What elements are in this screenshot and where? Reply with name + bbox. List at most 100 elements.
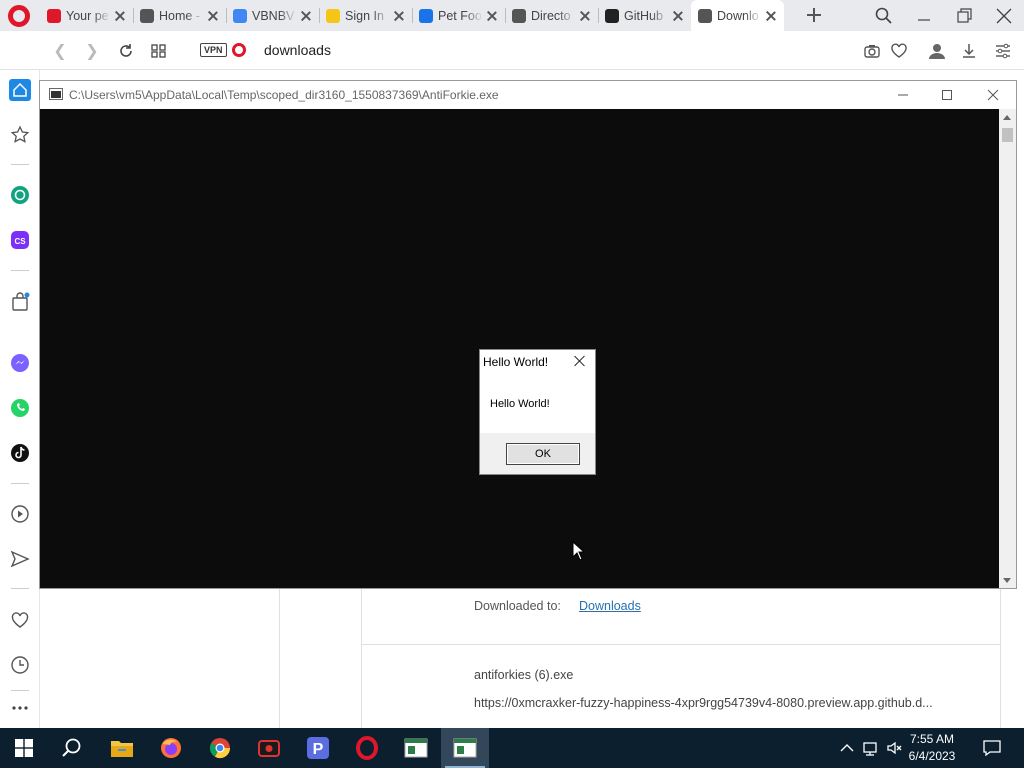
network-icon[interactable] — [861, 738, 881, 758]
close-window-icon[interactable] — [994, 6, 1014, 26]
restore-icon[interactable] — [954, 6, 974, 26]
console-close-button[interactable] — [970, 81, 1016, 109]
scroll-up-icon[interactable] — [1003, 115, 1011, 120]
show-hidden-icons-chevron-icon[interactable] — [837, 738, 857, 758]
tab-close-icon[interactable] — [113, 9, 127, 23]
screen-recorder-icon[interactable] — [245, 728, 293, 768]
tab-close-icon[interactable] — [206, 9, 220, 23]
history-icon[interactable] — [9, 654, 31, 676]
arrow-logo-icon — [326, 8, 340, 23]
tab-title: VBNBV — [252, 8, 295, 23]
start-button[interactable] — [0, 728, 48, 768]
tab-close-icon[interactable] — [671, 9, 685, 23]
scroll-thumb[interactable] — [1002, 128, 1013, 142]
console-scrollbar[interactable] — [999, 109, 1016, 588]
new-tab-icon[interactable] — [806, 7, 822, 23]
tiktok-icon[interactable] — [9, 442, 31, 464]
message-box-titlebar[interactable]: Hello World! — [480, 350, 595, 372]
speed-dial-icon[interactable] — [149, 41, 169, 61]
browser-tab[interactable]: Home - — [133, 0, 226, 31]
calendar-icon — [140, 8, 154, 23]
browser-tab[interactable]: Directo — [505, 0, 598, 31]
downloads-icon[interactable] — [959, 41, 979, 61]
console-window: C:\Users\vm5\AppData\Local\Temp\scoped_d… — [39, 80, 1017, 589]
more-icon[interactable] — [9, 697, 31, 719]
github-icon — [605, 8, 619, 23]
message-box: Hello World! Hello World! OK — [479, 349, 596, 475]
tab-close-icon[interactable] — [485, 9, 499, 23]
clock-time[interactable]: 7:55 AM — [902, 732, 962, 746]
ok-button[interactable]: OK — [506, 443, 580, 465]
sidebar: CS — [0, 70, 40, 728]
downloaded-to-link[interactable]: Downloads — [579, 599, 641, 613]
chatsonic-icon[interactable]: CS — [9, 229, 31, 251]
sidebar-divider — [11, 483, 29, 484]
shopping-bag-icon[interactable] — [9, 291, 31, 313]
console-minimize-button[interactable] — [880, 81, 926, 109]
vpn-badge[interactable]: VPN — [200, 43, 227, 57]
opera-taskbar-icon[interactable] — [343, 728, 391, 768]
opera-icon — [47, 8, 61, 23]
messenger-icon[interactable] — [9, 352, 31, 374]
sidebar-divider — [11, 588, 29, 589]
p-app-icon[interactable]: P — [294, 728, 342, 768]
message-box-text: Hello World! — [490, 398, 550, 410]
address-input[interactable]: downloads — [264, 42, 331, 58]
send-icon[interactable] — [9, 548, 31, 570]
browser-tab[interactable]: GitHub — [598, 0, 691, 31]
download-file-url[interactable]: https://0xmcraxker-fuzzy-happiness-4xpr9… — [474, 696, 954, 710]
home-icon[interactable] — [9, 79, 31, 101]
browser-tab[interactable]: Downlo — [691, 0, 784, 31]
svg-text:P: P — [313, 741, 324, 758]
bookmarks-heart-icon[interactable] — [9, 609, 31, 631]
player-icon[interactable] — [9, 503, 31, 525]
console-app-icon — [49, 88, 63, 100]
downloaded-to-label: Downloaded to: — [474, 599, 561, 613]
tab-close-icon[interactable] — [764, 9, 778, 23]
globe-icon — [512, 8, 526, 23]
search-tabs-icon[interactable] — [874, 6, 894, 26]
close-icon[interactable] — [573, 354, 587, 368]
tab-close-icon[interactable] — [392, 9, 406, 23]
heart-icon[interactable] — [889, 41, 909, 61]
download-file-name[interactable]: antiforkies (6).exe — [474, 668, 573, 682]
downloads-page: Downloaded to: Downloads antiforkies (6)… — [40, 589, 1024, 728]
browser-tab[interactable]: Sign In — [319, 0, 412, 31]
tab-close-icon[interactable] — [299, 9, 313, 23]
console-titlebar[interactable]: C:\Users\vm5\AppData\Local\Temp\scoped_d… — [40, 81, 1016, 109]
back-button[interactable]: ❮ — [50, 41, 70, 61]
firefox-icon[interactable] — [147, 728, 195, 768]
forward-button[interactable]: ❯ — [82, 41, 102, 61]
console-app-taskbar-icon[interactable] — [441, 728, 489, 768]
sidebar-divider — [11, 690, 29, 691]
chrome-icon[interactable] — [196, 728, 244, 768]
message-box-footer: OK — [480, 433, 595, 474]
scroll-down-icon[interactable] — [1003, 578, 1011, 583]
browser-tab[interactable]: Pet Foo — [412, 0, 505, 31]
easy-setup-icon[interactable] — [993, 41, 1013, 61]
opera-menu-icon[interactable] — [8, 5, 30, 27]
file-explorer-icon[interactable] — [98, 728, 146, 768]
camera-icon[interactable] — [862, 41, 882, 61]
browser-tab[interactable]: VBNBV — [226, 0, 319, 31]
tab-title: Directo — [531, 8, 571, 23]
chatgpt-icon[interactable] — [9, 184, 31, 206]
browser-tab[interactable]: Your pe — [40, 0, 133, 31]
message-box-title: Hello World! — [483, 355, 549, 369]
mouse-cursor-icon — [572, 541, 586, 561]
tab-title: GitHub — [624, 8, 663, 23]
tab-title: Home - — [159, 8, 200, 23]
console-maximize-button[interactable] — [924, 81, 970, 109]
clock-date[interactable]: 6/4/2023 — [902, 749, 962, 763]
app-window-icon[interactable] — [392, 728, 440, 768]
sidebar-divider — [11, 164, 29, 165]
notifications-icon[interactable] — [982, 738, 1002, 758]
search-icon[interactable] — [48, 728, 96, 768]
google-icon — [233, 8, 247, 23]
minimize-icon[interactable] — [914, 6, 934, 26]
star-icon[interactable] — [9, 124, 31, 146]
whatsapp-icon[interactable] — [9, 397, 31, 419]
tab-close-icon[interactable] — [578, 9, 592, 23]
reload-icon[interactable] — [116, 41, 136, 61]
profile-icon[interactable] — [927, 41, 947, 61]
